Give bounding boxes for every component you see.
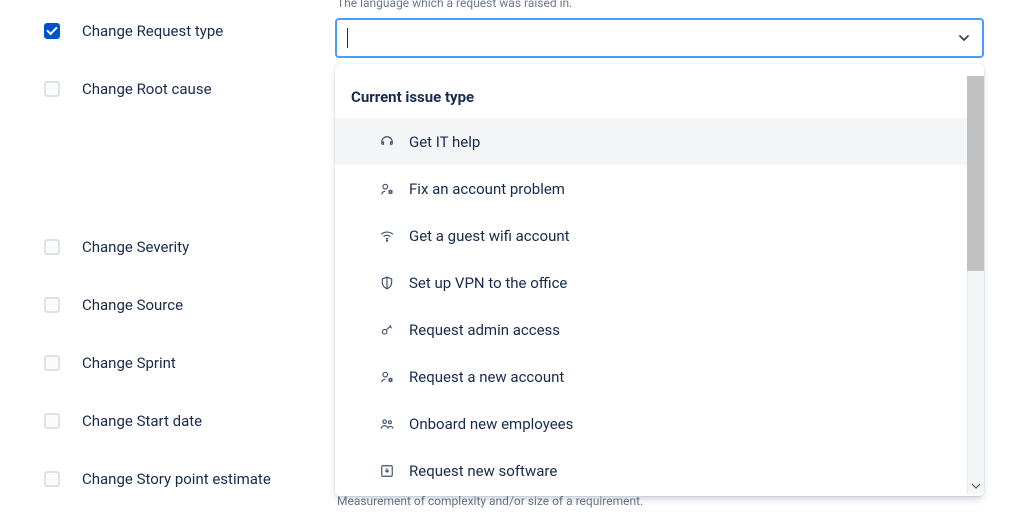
dropdown-item-label: Request admin access (409, 321, 560, 339)
people-icon (379, 416, 395, 432)
dropdown-item-fix-account[interactable]: Fix an account problem (335, 165, 984, 212)
shield-icon (379, 275, 395, 291)
request-type-dropdown: Current issue type Get IT help Fix an ac… (335, 64, 984, 496)
checkbox-empty-icon[interactable] (44, 297, 60, 313)
wifi-icon (379, 228, 395, 244)
checklist-item-source[interactable]: Change Source (44, 296, 335, 314)
checklist-item-start-date[interactable]: Change Start date (44, 412, 335, 430)
dropdown-item-vpn[interactable]: Set up VPN to the office (335, 259, 984, 306)
checklist-item-request-type[interactable]: Change Request type (44, 22, 335, 40)
dropdown-item-label: Get a guest wifi account (409, 227, 570, 245)
checkbox-empty-icon[interactable] (44, 81, 60, 97)
scrollbar-track[interactable] (967, 76, 984, 494)
key-icon (379, 322, 395, 338)
checklist-item-sprint[interactable]: Change Sprint (44, 354, 335, 372)
dropdown-item-label: Get IT help (409, 133, 480, 151)
dropdown-item-label: Onboard new employees (409, 415, 573, 433)
dropdown-item-guest-wifi[interactable]: Get a guest wifi account (335, 212, 984, 259)
dropdown-item-onboard[interactable]: Onboard new employees (335, 400, 984, 447)
checklist-label: Change Severity (82, 238, 189, 256)
chevron-down-icon[interactable] (956, 30, 972, 46)
download-box-icon (379, 463, 395, 479)
dropdown-header: Current issue type (335, 76, 984, 118)
dropdown-item-new-software[interactable]: Request new software (335, 447, 984, 494)
checklist-item-root-cause[interactable]: Change Root cause (44, 80, 335, 98)
checklist-label: Change Source (82, 296, 183, 314)
dropdown-item-get-it-help[interactable]: Get IT help (335, 118, 984, 165)
checklist-label: Change Story point estimate (82, 470, 271, 488)
checklist-item-severity[interactable]: Change Severity (44, 238, 335, 256)
checkbox-empty-icon[interactable] (44, 413, 60, 429)
checklist-label: Change Request type (82, 22, 223, 40)
checklist-label: Change Start date (82, 412, 202, 430)
main-panel: The language which a request was raised … (335, 0, 1024, 521)
sidebar: Change Request type Change Root cause Ch… (0, 0, 335, 521)
user-gear-icon (379, 181, 395, 197)
checkbox-checked-icon[interactable] (44, 23, 60, 39)
checklist-item-story-point[interactable]: Change Story point estimate (44, 470, 335, 488)
dropdown-item-label: Request new software (409, 462, 557, 480)
text-cursor (347, 28, 348, 48)
checklist-label: Change Sprint (82, 354, 176, 372)
dropdown-item-new-account[interactable]: Request a new account (335, 353, 984, 400)
helper-text-top: The language which a request was raised … (335, 0, 984, 10)
checklist-label: Change Root cause (82, 80, 212, 98)
dropdown-item-label: Set up VPN to the office (409, 274, 567, 292)
checkbox-empty-icon[interactable] (44, 355, 60, 371)
checkbox-empty-icon[interactable] (44, 239, 60, 255)
scrollbar-thumb[interactable] (967, 76, 984, 271)
user-gear-icon (379, 369, 395, 385)
dropdown-item-admin-access[interactable]: Request admin access (335, 306, 984, 353)
headset-icon (379, 134, 395, 150)
checkbox-empty-icon[interactable] (44, 471, 60, 487)
helper-text-bottom: Measurement of complexity and/or size of… (335, 494, 643, 508)
dropdown-item-label: Request a new account (409, 368, 564, 386)
request-type-select[interactable] (335, 18, 984, 58)
dropdown-item-label: Fix an account problem (409, 180, 565, 198)
scroll-down-icon[interactable] (967, 477, 984, 494)
